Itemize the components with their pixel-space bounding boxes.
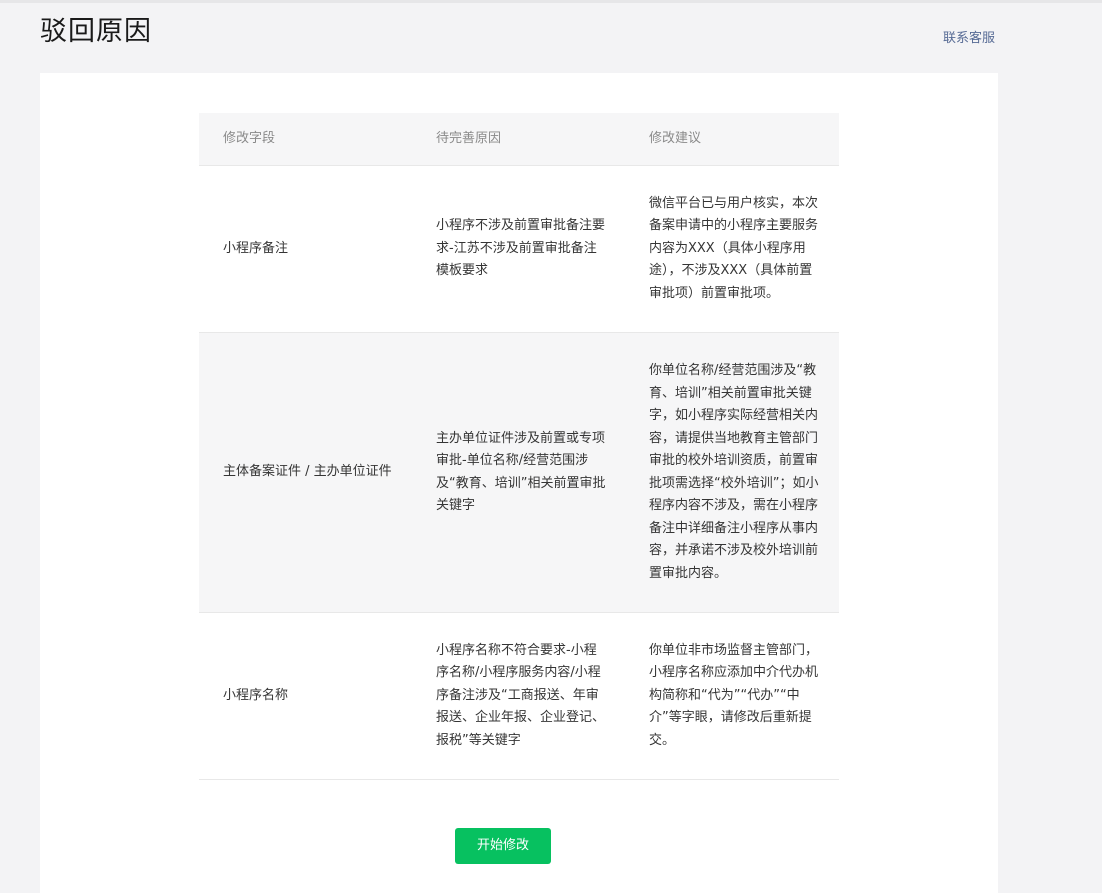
column-header-suggestion: 修改建议	[649, 130, 702, 146]
contact-support-link[interactable]: 联系客服	[943, 30, 995, 48]
column-header-reason: 待完善原因	[436, 130, 502, 146]
table-row: 小程序名称 小程序名称不符合要求-小程序名称/小程序服务内容/小程序备注涉及“工…	[199, 613, 839, 780]
reason-cell: 小程序不涉及前置审批备注要求-江苏不涉及前置审批备注模板要求	[436, 218, 606, 279]
table-row: 主体备案证件 / 主办单位证件 主办单位证件涉及前置或专项审批-单位名称/经营范…	[199, 333, 839, 613]
field-cell: 主体备案证件 / 主办单位证件	[223, 464, 392, 480]
field-cell: 小程序名称	[223, 687, 289, 703]
page-title: 驳回原因	[40, 16, 152, 47]
field-cell: 小程序备注	[223, 240, 289, 256]
suggestion-cell: 你单位名称/经营范围涉及“教育、培训”相关前置审批关键字，如小程序实际经营相关内…	[649, 363, 819, 581]
reason-cell: 主办单位证件涉及前置或专项审批-单位名称/经营范围涉及“教育、培训”相关前置审批…	[436, 430, 606, 514]
table-header-row: 修改字段 待完善原因 修改建议	[199, 113, 839, 166]
suggestion-cell: 微信平台已与用户核实，本次备案申请中的小程序主要服务内容为XXX（具体小程序用途…	[649, 195, 819, 301]
top-divider	[0, 0, 1102, 3]
start-edit-button[interactable]: 开始修改	[455, 828, 551, 864]
suggestion-cell: 你单位非市场监督主管部门，小程序名称应添加中介代办机构简称和“代为”“代办”“中…	[649, 642, 819, 748]
reason-cell: 小程序名称不符合要求-小程序名称/小程序服务内容/小程序备注涉及“工商报送、年审…	[436, 642, 606, 748]
column-header-field: 修改字段	[223, 130, 276, 146]
table-row: 小程序备注 小程序不涉及前置审批备注要求-江苏不涉及前置审批备注模板要求 微信平…	[199, 166, 839, 333]
rejection-table: 修改字段 待完善原因 修改建议 小程序备注 小程序不涉及前置审批备注要求-江苏不…	[199, 113, 839, 780]
rejection-reason-card: 修改字段 待完善原因 修改建议 小程序备注 小程序不涉及前置审批备注要求-江苏不…	[40, 73, 998, 893]
